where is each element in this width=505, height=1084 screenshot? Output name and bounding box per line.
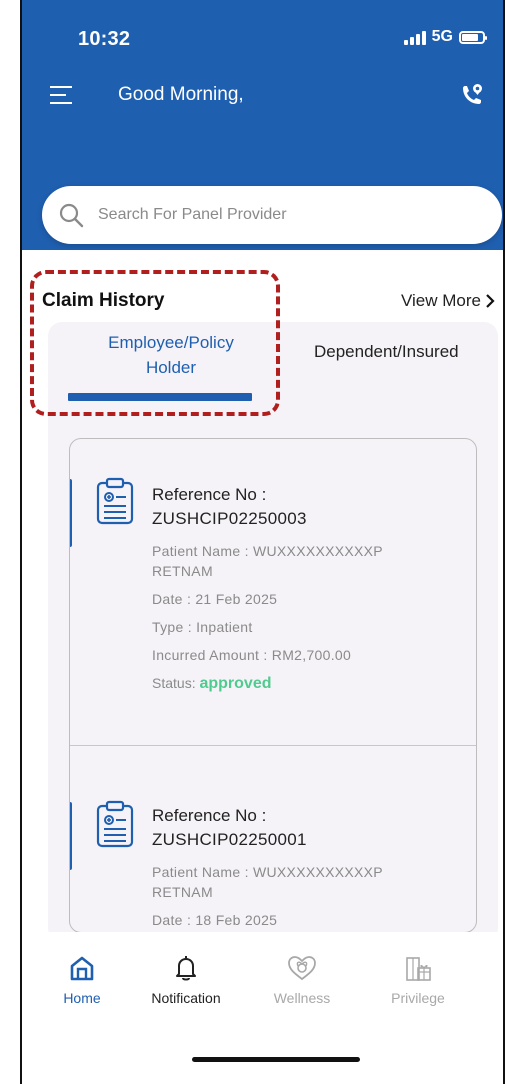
claim-card[interactable]: Reference No : ZUSHCIP02250001 Patient N…: [70, 746, 476, 932]
gift-icon: [406, 957, 431, 981]
annotation-highlight-box: [30, 270, 280, 416]
chevron-right-icon: [486, 294, 495, 308]
home-icon: [70, 956, 94, 981]
nav-label-privilege: Privilege: [391, 990, 445, 1006]
signal-icon: [403, 29, 426, 45]
menu-icon[interactable]: [50, 86, 72, 104]
battery-icon: [459, 30, 487, 44]
nav-wellness[interactable]: Wellness: [252, 954, 352, 1006]
card-accent-bar: [70, 479, 72, 547]
card-accent-bar: [70, 802, 72, 870]
reference-number: ZUSHCIP02250001: [152, 830, 307, 849]
search-placeholder: Search For Panel Provider: [98, 206, 287, 223]
incurred-amount: Incurred Amount : RM2,700.00: [152, 647, 352, 663]
reference-label: Reference No :: [152, 806, 267, 825]
patient-name: Patient Name : WUXXXXXXXXXXP RETNAM: [152, 864, 383, 900]
claim-date: Date : 18 Feb 2025: [152, 912, 278, 928]
status-indicators: 5G: [403, 28, 487, 46]
nav-privilege[interactable]: Privilege: [368, 954, 468, 1006]
claim-type: Type : Inpatient: [152, 619, 253, 635]
status-time: 10:32: [78, 28, 131, 50]
nav-label-wellness: Wellness: [273, 990, 331, 1006]
claim-list[interactable]: Reference No : ZUSHCIP02250003 Patient N…: [69, 438, 477, 933]
claim-status: Status: approved: [152, 675, 272, 693]
clipboard-medical-icon: [96, 800, 134, 848]
clipboard-medical-icon: [96, 477, 134, 525]
phone-location-icon[interactable]: [459, 82, 485, 108]
greeting-text: Good Morning,: [118, 84, 244, 105]
header: 10:32 5G Good Morning, Search For Panel …: [22, 0, 503, 250]
home-indicator[interactable]: [192, 1057, 360, 1062]
wellness-icon: [288, 956, 316, 981]
nav-notification[interactable]: Notification: [136, 954, 236, 1006]
tab-dependent-insured[interactable]: Dependent/Insured: [314, 342, 459, 362]
claim-date: Date : 21 Feb 2025: [152, 591, 278, 607]
search-bar[interactable]: Search For Panel Provider: [42, 186, 502, 244]
app-frame: 10:32 5G Good Morning, Search For Panel …: [20, 0, 505, 1084]
nav-home[interactable]: Home: [32, 954, 132, 1006]
nav-label-home: Home: [63, 990, 101, 1006]
reference-number: ZUSHCIP02250003: [152, 509, 307, 528]
search-icon: [59, 203, 84, 228]
patient-name: Patient Name : WUXXXXXXXXXXP RETNAM: [152, 543, 383, 579]
status-label: Status:: [152, 675, 196, 691]
status-badge: approved: [199, 675, 272, 692]
reference-label: Reference No :: [152, 485, 267, 504]
view-more-label: View More: [401, 291, 481, 310]
view-more-link[interactable]: View More: [401, 291, 495, 311]
network-type: 5G: [431, 28, 453, 45]
bell-icon: [176, 956, 196, 981]
claim-card[interactable]: Reference No : ZUSHCIP02250003 Patient N…: [70, 439, 476, 745]
nav-label-notification: Notification: [151, 990, 221, 1006]
